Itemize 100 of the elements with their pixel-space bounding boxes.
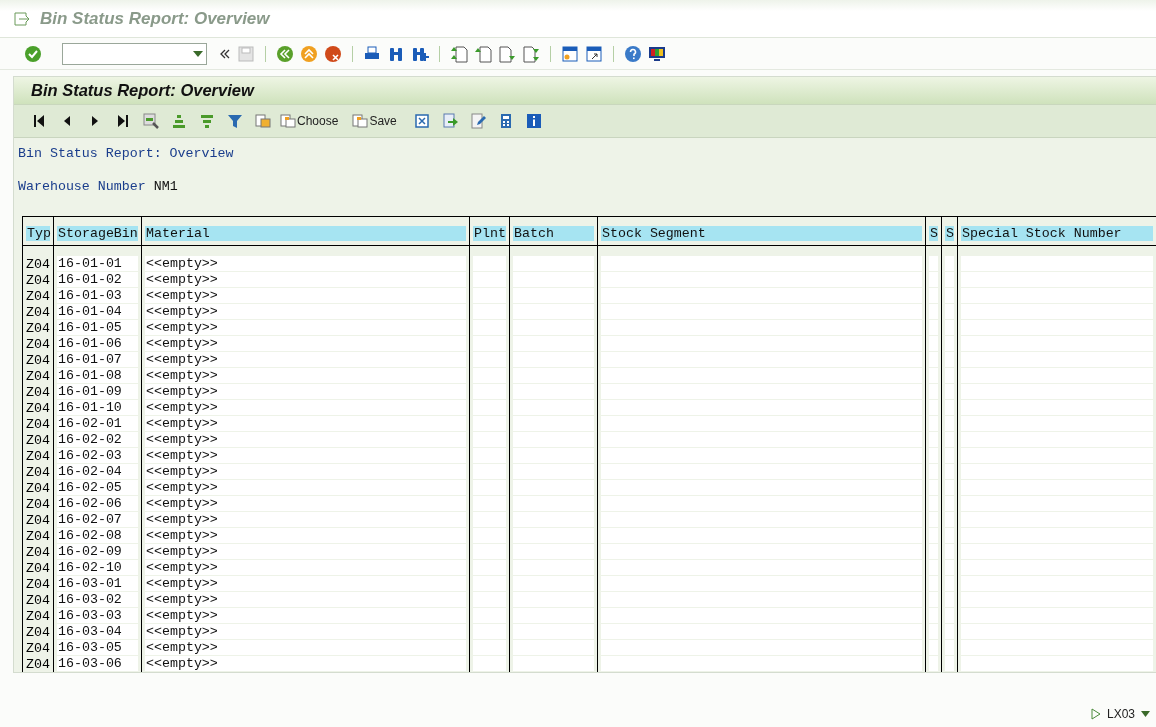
table-cell: <<empty>> [145,464,466,480]
toolbar-button[interactable]: Choose [280,112,347,129]
column-header[interactable]: Typ [26,226,50,241]
field-value: NM1 [153,179,178,194]
enter-icon[interactable] [24,44,42,63]
play-icon[interactable] [1090,708,1101,720]
toolbar-button[interactable]: Save [352,112,405,129]
table-cell: <<empty>> [145,448,466,464]
table-cell: 16-01-04 [57,304,138,320]
table-cell: Z04 [26,593,50,608]
table-cell: Z04 [26,513,50,528]
report-heading: Bin Status Report: Overview [17,145,235,161]
table-cell: <<empty>> [145,432,466,448]
table-cell: Z04 [26,481,50,496]
document-arrow-icon [440,111,459,130]
table-cell: Z04 [26,641,50,656]
table-cell: <<empty>> [145,320,466,336]
table-cell: <<empty>> [145,496,466,512]
table-cell: <<empty>> [145,480,466,496]
table-cell: <<empty>> [145,624,466,640]
cancel-icon[interactable] [324,44,342,63]
table-cell: <<empty>> [145,256,466,272]
column-header[interactable]: Special Stock Number [961,226,1153,241]
column-header[interactable]: Stock Segment [601,226,922,241]
table-cell: 16-01-08 [57,368,138,384]
copy-icon [280,112,296,129]
table-cell: 16-02-06 [57,496,138,512]
table-cell: Z04 [26,657,50,672]
table-cell: Z04 [26,577,50,592]
table-cell: Z04 [26,353,50,368]
window-icon [14,11,30,26]
table-cell: <<empty>> [145,576,466,592]
column-header[interactable]: Material [145,226,466,241]
table-cell: <<empty>> [145,288,466,304]
info-icon [524,111,543,130]
table-cell: 16-03-01 [57,576,138,592]
table-cell: <<empty>> [145,592,466,608]
table-cell: 16-01-06 [57,336,138,352]
last-page-icon[interactable] [522,44,540,63]
table-cell: 16-03-05 [57,640,138,656]
pencil-icon [468,111,487,130]
column-header[interactable]: Plnt [473,226,506,241]
table-cell: <<empty>> [145,336,466,352]
table-cell: 16-01-05 [57,320,138,336]
table-cell: Z04 [26,529,50,544]
table-cell: 16-02-01 [57,416,138,432]
table-cell: 16-02-04 [57,464,138,480]
table-cell: 16-02-02 [57,432,138,448]
transaction-code: LX03 [1106,707,1135,721]
table-cell: Z04 [26,369,50,384]
table-cell: <<empty>> [145,384,466,400]
table-cell: Z04 [26,321,50,336]
table-cell: 16-03-03 [57,608,138,624]
table-cell: Z04 [26,385,50,400]
table-cell: <<empty>> [145,528,466,544]
dropdown-caret-icon[interactable] [193,50,203,57]
column-header[interactable]: StorageBin [57,226,138,241]
table-cell: 16-02-07 [57,512,138,528]
table-cell: <<empty>> [145,272,466,288]
table-cell: 16-01-07 [57,352,138,368]
table-cell: 16-01-02 [57,272,138,288]
table-cell: Z04 [26,305,50,320]
magnifier-icon [142,111,160,130]
help-icon[interactable] [624,44,642,63]
table-cell: <<empty>> [145,352,466,368]
table-cell: <<empty>> [145,400,466,416]
table-cell: <<empty>> [145,640,466,656]
table-cell: Z04 [26,545,50,560]
column-header[interactable]: Batch [513,226,594,241]
table-cell: Z04 [26,497,50,512]
table-cell: <<empty>> [145,304,466,320]
table-cell: 16-01-01 [57,256,138,272]
command-field[interactable] [62,42,207,65]
previous-page-icon[interactable] [474,44,492,63]
table-cell: <<empty>> [145,416,466,432]
table-cell: Z04 [26,289,50,304]
table-cell: <<empty>> [145,656,466,672]
layout-icon [254,111,272,130]
layout-button[interactable] [252,111,274,130]
shortcut-icon[interactable] [585,44,603,63]
first-page-icon[interactable] [450,44,468,63]
table-cell: 16-03-02 [57,592,138,608]
table-cell: Z04 [26,337,50,352]
double-chevron-icon[interactable] [219,47,231,60]
table-cell: <<empty>> [145,608,466,624]
dropdown-caret-icon[interactable] [1141,711,1150,717]
monitor-icon[interactable] [648,44,666,63]
table-cell: Z04 [26,625,50,640]
table-cell: 16-01-03 [57,288,138,304]
next-page-icon[interactable] [498,44,516,63]
new-window-icon[interactable] [561,44,579,63]
table-cell: Z04 [26,273,50,288]
table-cell: 16-01-09 [57,384,138,400]
table-cell: Z04 [26,257,50,272]
table-cell: 16-03-04 [57,624,138,640]
column-header[interactable]: S [945,226,954,241]
column-header[interactable]: S [929,226,938,241]
back-icon[interactable] [276,44,294,63]
table-cell: Z04 [26,417,50,432]
table-cell: 16-02-09 [57,544,138,560]
